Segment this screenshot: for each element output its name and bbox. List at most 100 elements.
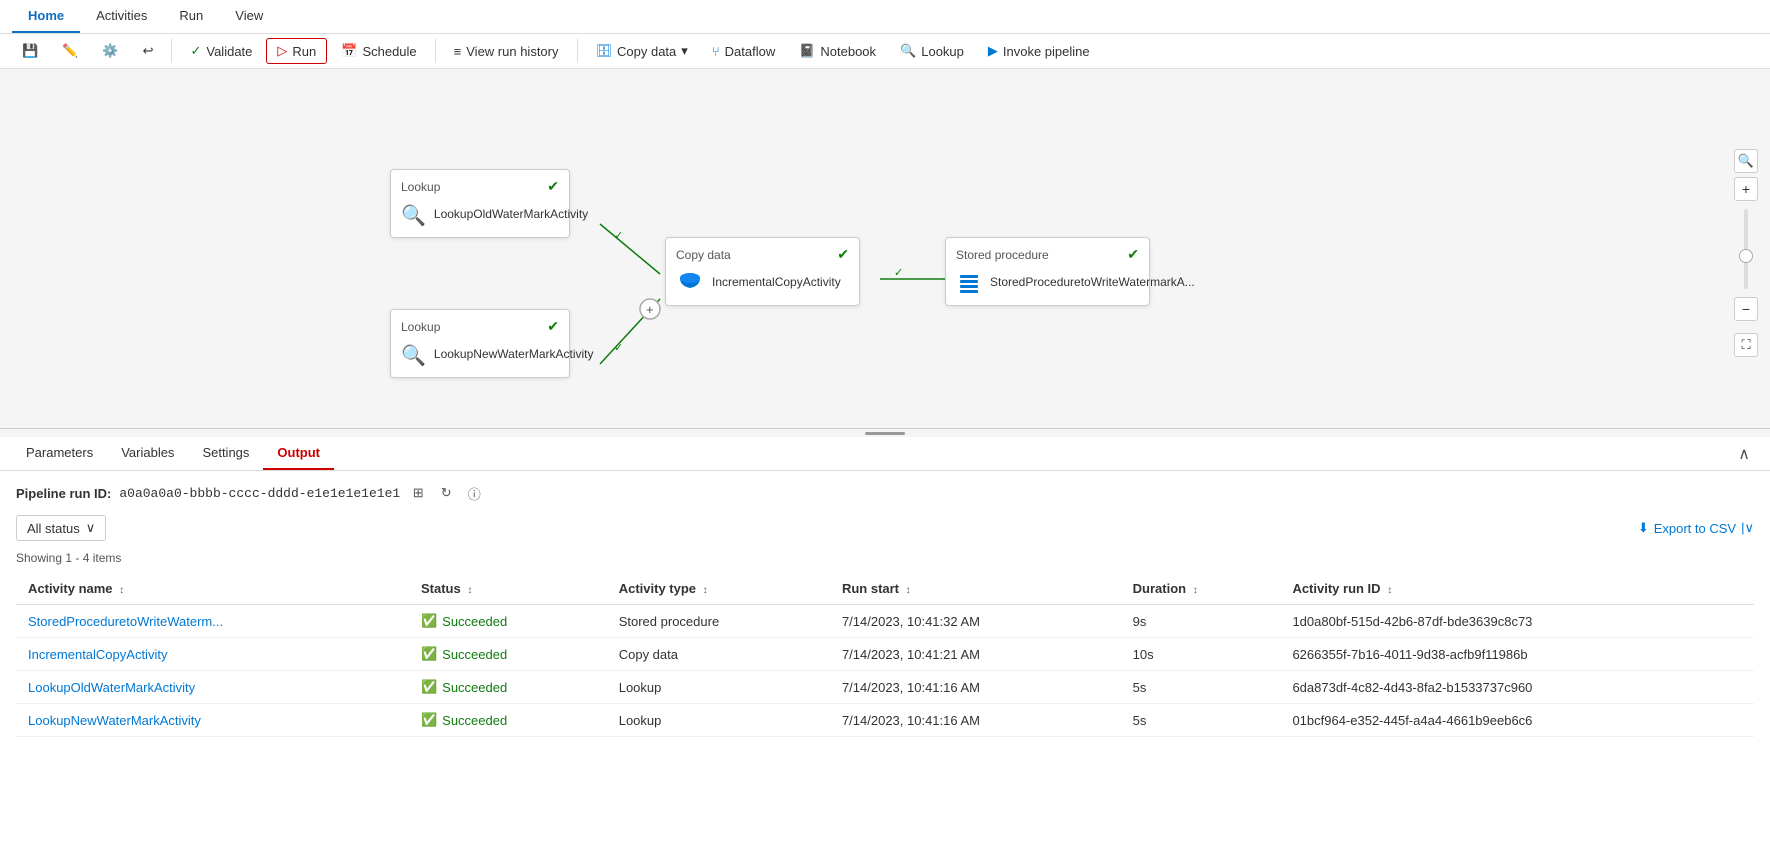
tab-parameters[interactable]: Parameters [12, 437, 107, 470]
sort-status[interactable]: ↕ [467, 585, 472, 596]
copy-data-button[interactable]: 🗄 Copy data ▾ [586, 38, 698, 64]
stored-proc-body: StoredProceduretoWriteWatermarkA... [956, 269, 1139, 297]
activity-name-link[interactable]: StoredProceduretoWriteWaterm... [28, 614, 223, 629]
lookup1-body: 🔍 LookupOldWaterMarkActivity [401, 201, 559, 229]
output-content: Pipeline run ID: a0a0a0a0-bbbb-cccc-dddd… [0, 471, 1770, 867]
invoke-pipeline-button[interactable]: ▶ Invoke pipeline [978, 38, 1100, 64]
cell-run-start: 7/14/2023, 10:41:16 AM [830, 671, 1121, 704]
nav-tab-home[interactable]: Home [12, 0, 80, 33]
refresh-run-button[interactable]: ↻ [436, 483, 456, 503]
dataflow-button[interactable]: ⑂ Dataflow [702, 39, 785, 64]
notebook-icon: 📓 [799, 43, 815, 59]
pipeline-run-id-row: Pipeline run ID: a0a0a0a0-bbbb-cccc-dddd… [16, 483, 1754, 503]
lookup2-node[interactable]: Lookup ✔ 🔍 LookupNewWaterMarkActivity [390, 309, 570, 378]
stored-proc-label: StoredProceduretoWriteWatermarkA... [990, 275, 1195, 291]
notebook-label: Notebook [820, 44, 876, 59]
nav-tab-view[interactable]: View [219, 0, 279, 33]
pipeline-run-id-label: Pipeline run ID: [16, 486, 111, 501]
table-row: StoredProceduretoWriteWaterm... ✅ Succee… [16, 605, 1754, 638]
cell-activity-run-id: 1d0a80bf-515d-42b6-87df-bde3639c8c73 [1280, 605, 1754, 638]
tab-variables[interactable]: Variables [107, 437, 188, 470]
svg-text:✓: ✓ [894, 267, 903, 279]
cell-duration: 5s [1121, 671, 1281, 704]
activity-name-link[interactable]: LookupNewWaterMarkActivity [28, 713, 201, 728]
status-filter-label: All status [27, 521, 80, 536]
copy-data-icon: 🗄 [596, 43, 613, 59]
copy-data-chevron: ▾ [681, 43, 688, 59]
activity-name-link[interactable]: LookupOldWaterMarkActivity [28, 680, 195, 695]
lookup2-check: ✔ [547, 318, 559, 335]
status-badge: ✅ Succeeded [421, 613, 595, 629]
cell-activity-name[interactable]: LookupNewWaterMarkActivity [16, 704, 409, 737]
panel-divider[interactable] [0, 429, 1770, 437]
sort-activity-name[interactable]: ↕ [119, 585, 124, 596]
copy-data-node[interactable]: Copy data ✔ IncrementalCopyActivity [665, 237, 860, 306]
pipeline-connectors: ✓ ✓ ✓ + [0, 69, 1770, 428]
svg-text:+: + [646, 302, 654, 317]
validate-button[interactable]: ✓ Validate [180, 38, 262, 64]
view-run-history-label: View run history [466, 44, 558, 59]
cell-activity-type: Copy data [607, 638, 830, 671]
separator-3 [577, 39, 578, 63]
info-run-button[interactable]: ⓘ [464, 483, 484, 503]
export-csv-button[interactable]: ⬇ Export to CSV |∨ [1638, 520, 1754, 536]
cell-status: ✅ Succeeded [409, 704, 607, 737]
table-row: LookupOldWaterMarkActivity ✅ Succeeded L… [16, 671, 1754, 704]
col-duration[interactable]: Duration ↕ [1121, 573, 1281, 605]
col-activity-name[interactable]: Activity name ↕ [16, 573, 409, 605]
lookup1-icon: 🔍 [401, 201, 426, 229]
sort-activity-type[interactable]: ↕ [703, 585, 708, 596]
lookup-toolbar-button[interactable]: 🔍 Lookup [890, 38, 974, 64]
run-button[interactable]: ▷ Run [266, 38, 327, 64]
zoom-thumb [1739, 249, 1753, 263]
panel-collapse-button[interactable]: ∧ [1730, 440, 1758, 468]
notebook-button[interactable]: 📓 Notebook [789, 38, 886, 64]
view-run-history-button[interactable]: ≡ View run history [444, 39, 569, 64]
svg-text:✓: ✓ [614, 342, 623, 354]
nav-tab-run[interactable]: Run [163, 0, 219, 33]
settings-button[interactable]: ⚙️ [92, 38, 128, 64]
dataflow-label: Dataflow [725, 44, 776, 59]
cell-activity-run-id: 6da873df-4c82-4d43-8fa2-b1533737c960 [1280, 671, 1754, 704]
col-run-start[interactable]: Run start ↕ [830, 573, 1121, 605]
stored-proc-node[interactable]: Stored procedure ✔ StoredProceduretoWrit… [945, 237, 1150, 306]
zoom-out-button[interactable]: − [1734, 297, 1758, 321]
activity-name-link[interactable]: IncrementalCopyActivity [28, 647, 167, 662]
cell-status: ✅ Succeeded [409, 605, 607, 638]
pipeline-canvas[interactable]: ✓ ✓ ✓ + Lookup ✔ 🔍 LookupOldWaterMarkAct… [0, 69, 1770, 429]
divider-handle[interactable] [865, 432, 905, 435]
nav-tab-activities[interactable]: Activities [80, 0, 163, 33]
lookup1-node[interactable]: Lookup ✔ 🔍 LookupOldWaterMarkActivity [390, 169, 570, 238]
fullscreen-button[interactable]: ⛶ [1734, 333, 1758, 357]
cell-run-start: 7/14/2023, 10:41:16 AM [830, 704, 1121, 737]
tab-settings[interactable]: Settings [188, 437, 263, 470]
col-activity-type[interactable]: Activity type ↕ [607, 573, 830, 605]
tab-output[interactable]: Output [263, 437, 334, 470]
undo-button[interactable]: ↩ [133, 38, 164, 64]
schedule-label: Schedule [362, 44, 416, 59]
sort-activity-run-id[interactable]: ↕ [1387, 585, 1392, 596]
sort-run-start[interactable]: ↕ [906, 585, 911, 596]
cell-duration: 10s [1121, 638, 1281, 671]
col-status[interactable]: Status ↕ [409, 573, 607, 605]
copy-run-id-button[interactable]: ⊞ [408, 483, 428, 503]
invoke-pipeline-label: Invoke pipeline [1003, 44, 1090, 59]
status-filter-chevron: ∨ [86, 520, 96, 536]
zoom-slider[interactable] [1744, 209, 1748, 289]
bottom-panel: Parameters Variables Settings Output ∧ P… [0, 437, 1770, 867]
col-activity-run-id[interactable]: Activity run ID ↕ [1280, 573, 1754, 605]
save-button[interactable]: 💾 [12, 38, 48, 64]
status-filter-dropdown[interactable]: All status ∨ [16, 515, 106, 541]
success-icon: ✅ [421, 646, 437, 662]
cell-activity-name[interactable]: LookupOldWaterMarkActivity [16, 671, 409, 704]
edit-button[interactable]: ✏️ [52, 38, 88, 64]
canvas-search-button[interactable]: 🔍 [1734, 149, 1758, 173]
sort-duration[interactable]: ↕ [1193, 585, 1198, 596]
zoom-in-button[interactable]: + [1734, 177, 1758, 201]
separator-2 [435, 39, 436, 63]
lookup2-body: 🔍 LookupNewWaterMarkActivity [401, 341, 559, 369]
schedule-button[interactable]: 📅 Schedule [331, 38, 426, 64]
cell-activity-type: Stored procedure [607, 605, 830, 638]
table-header-row: Activity name ↕ Status ↕ Activity type ↕… [16, 573, 1754, 605]
panel-tabs: Parameters Variables Settings Output ∧ [0, 437, 1770, 471]
